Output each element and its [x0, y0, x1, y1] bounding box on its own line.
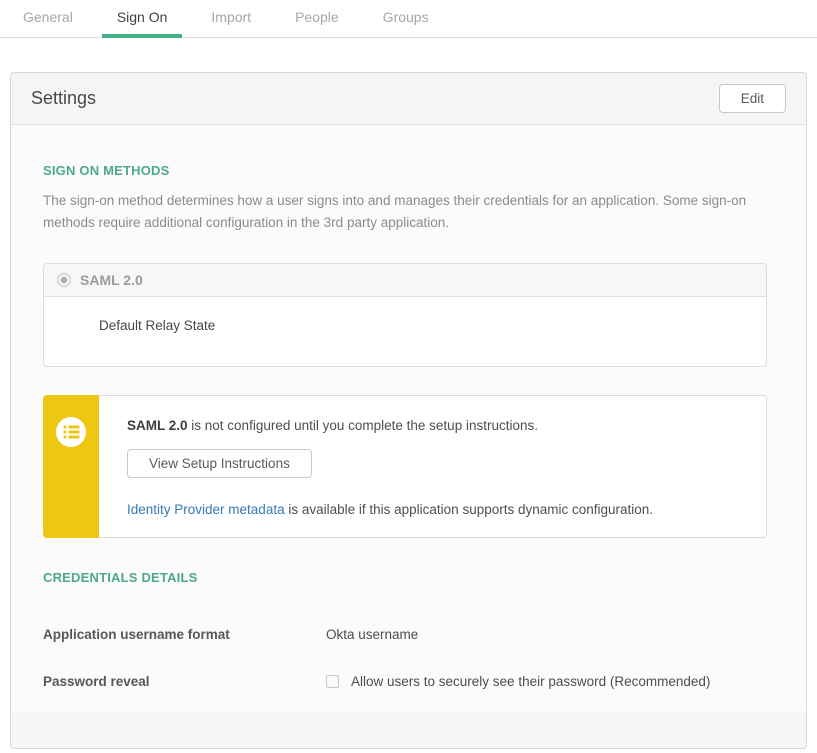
default-relay-state-label: Default Relay State [99, 318, 215, 333]
callout-content: SAML 2.0 is not configured until you com… [99, 395, 767, 538]
password-reveal-checkbox[interactable] [326, 675, 339, 688]
callout-link-row: Identity Provider metadata is available … [127, 502, 746, 517]
saml-method-body: Default Relay State [44, 297, 766, 366]
saml-radio-icon[interactable] [57, 273, 71, 287]
setup-list-icon [56, 417, 86, 538]
credential-row-password-reveal: Password reveal Allow users to securely … [43, 674, 767, 689]
callout-stripe [43, 395, 99, 538]
callout-message: SAML 2.0 is not configured until you com… [127, 418, 746, 433]
callout-link-suffix: is available if this application support… [285, 502, 653, 517]
settings-panel-body: SIGN ON METHODS The sign-on method deter… [11, 125, 806, 701]
username-format-label: Application username format [43, 627, 326, 642]
panel-title: Settings [31, 88, 96, 109]
identity-provider-metadata-link[interactable]: Identity Provider metadata [127, 502, 285, 517]
password-reveal-label: Password reveal [43, 674, 326, 689]
view-setup-instructions-button[interactable]: View Setup Instructions [127, 449, 312, 478]
tab-import[interactable]: Import [196, 0, 266, 37]
edit-button[interactable]: Edit [719, 84, 786, 113]
tab-general[interactable]: General [8, 0, 88, 37]
password-reveal-control: Allow users to securely see their passwo… [326, 674, 710, 689]
settings-panel-header: Settings Edit [11, 73, 806, 125]
saml-method-header: SAML 2.0 [44, 264, 766, 297]
settings-panel-footer [11, 711, 806, 748]
username-format-value: Okta username [326, 627, 418, 642]
credentials-details-heading: CREDENTIALS DETAILS [43, 570, 767, 585]
tab-people[interactable]: People [280, 0, 354, 37]
password-reveal-checkbox-label: Allow users to securely see their passwo… [351, 674, 710, 689]
sign-on-methods-description: The sign-on method determines how a user… [43, 190, 767, 235]
saml-method-box: SAML 2.0 Default Relay State [43, 263, 767, 367]
app-tabbar: General Sign On Import People Groups [0, 0, 817, 38]
tab-sign-on[interactable]: Sign On [102, 0, 183, 37]
callout-message-bold: SAML 2.0 [127, 418, 188, 433]
tab-groups[interactable]: Groups [368, 0, 444, 37]
saml-method-name: SAML 2.0 [80, 272, 143, 288]
credential-row-username-format: Application username format Okta usernam… [43, 627, 767, 642]
callout-message-text: is not configured until you complete the… [188, 418, 538, 433]
settings-panel: Settings Edit SIGN ON METHODS The sign-o… [10, 72, 807, 749]
sign-on-methods-heading: SIGN ON METHODS [43, 163, 767, 178]
saml-setup-callout: SAML 2.0 is not configured until you com… [43, 395, 767, 538]
